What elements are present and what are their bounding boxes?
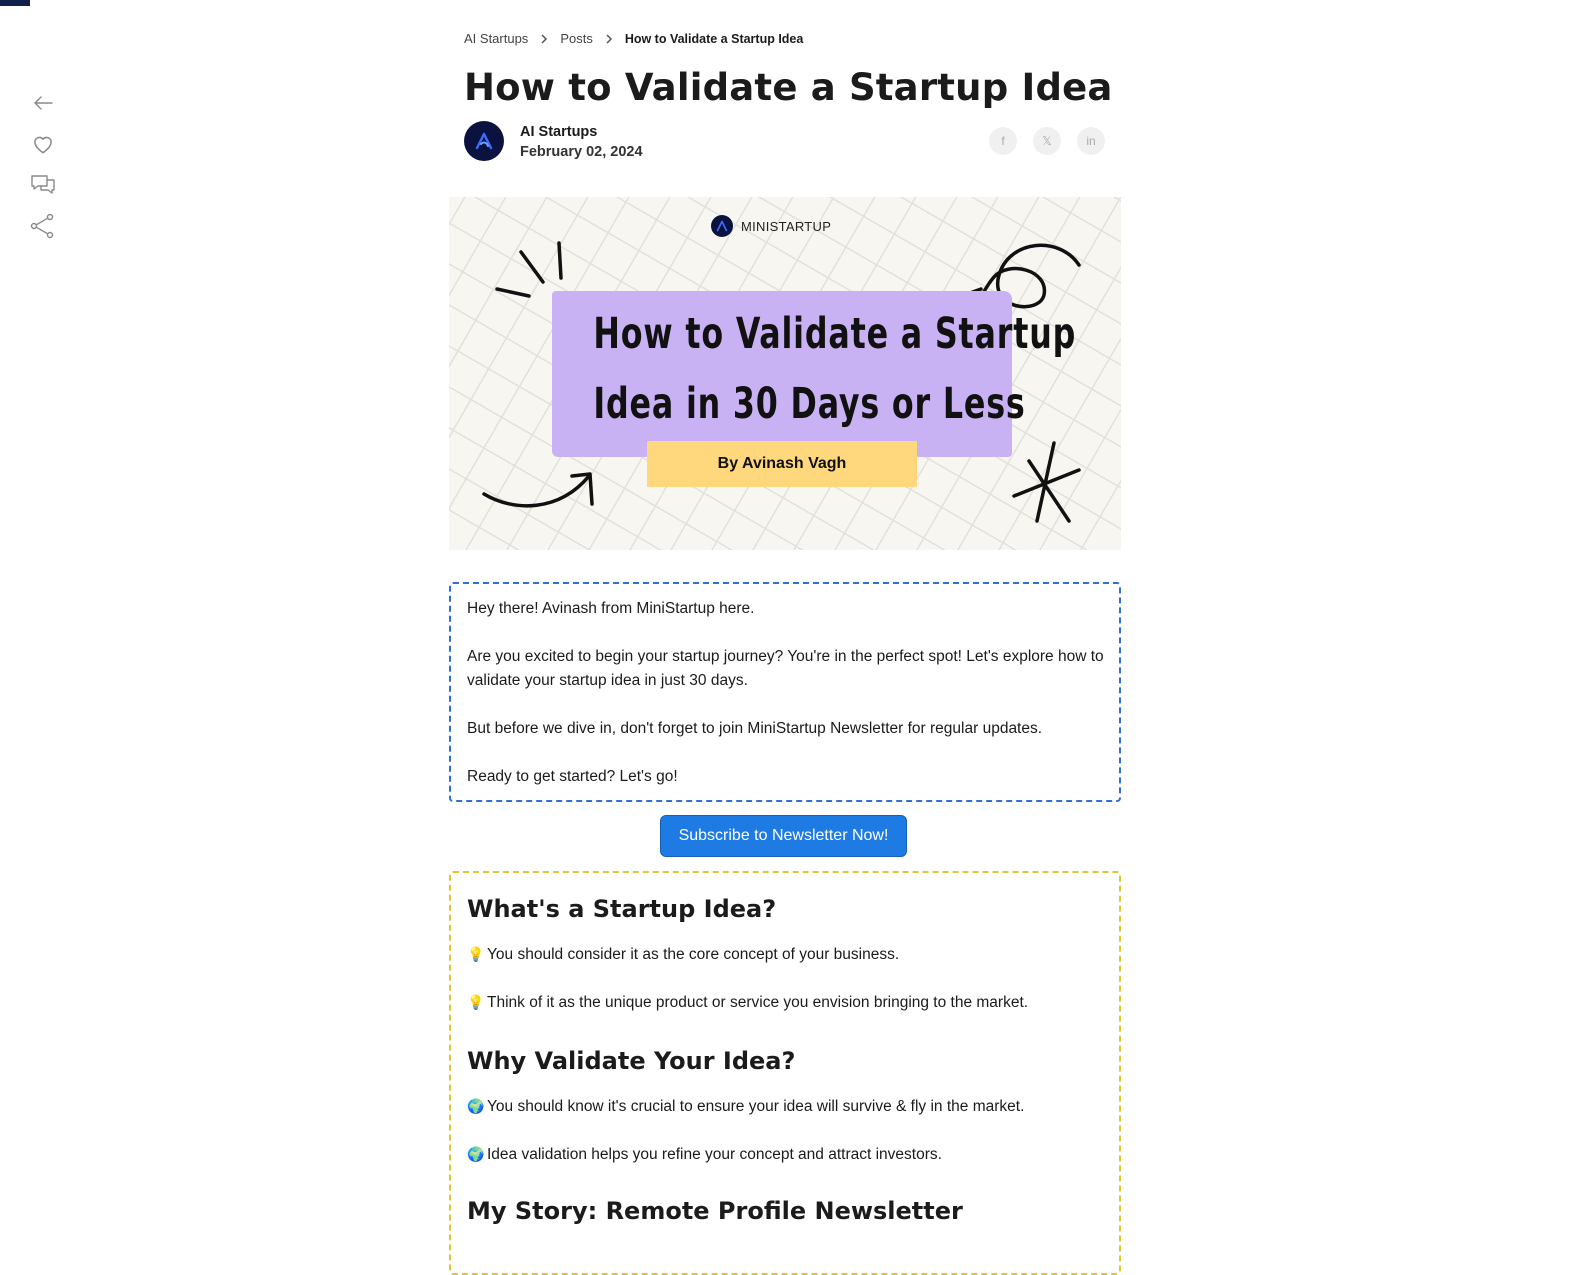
hero-brand-name: MINISTARTUP (741, 218, 832, 234)
section-paragraph-text: Think of it as the unique product or ser… (487, 994, 1029, 1011)
lightbulb-icon: 💡 (467, 994, 485, 1010)
avatar[interactable] (464, 121, 504, 161)
corner-mark (0, 0, 30, 6)
intro-paragraph: Are you excited to begin your startup jo… (467, 648, 1104, 689)
ministartup-logo-icon (475, 132, 493, 150)
section-paragraph: 🌍 Idea validation helps you refine your c… (467, 1142, 942, 1167)
breadcrumb-link-posts[interactable]: Posts (560, 31, 593, 46)
section-heading: Why Validate Your Idea? (467, 1047, 796, 1075)
breadcrumb-link-ai-startups[interactable]: AI Startups (464, 31, 528, 46)
share-button[interactable] (28, 211, 58, 241)
facebook-icon: f (1001, 134, 1005, 148)
section-heading: What's a Startup Idea? (467, 895, 777, 923)
section-paragraph-text: You should consider it as the core conce… (487, 946, 900, 963)
comment-button[interactable] (28, 170, 58, 200)
like-button[interactable] (28, 129, 58, 159)
section-paragraph-text: Idea validation helps you refine your co… (487, 1146, 942, 1163)
hero-brand: MINISTARTUP (711, 215, 831, 237)
hero-headline-banner: How to Validate a Startup Idea in 30 Day… (552, 291, 1077, 457)
comment-icon (31, 175, 55, 194)
lightbulb-icon: 💡 (467, 946, 485, 962)
author-row: AI Startups February 02, 2024 f 𝕏 in (464, 121, 1105, 163)
ministartup-logo-icon (711, 215, 733, 237)
author-name[interactable]: AI Startups (520, 124, 597, 140)
curved-arrow-bottom-icon (482, 472, 594, 508)
chevron-right-icon (540, 33, 548, 44)
hero-byline: By Avinash Vagh (647, 441, 917, 487)
linkedin-icon: in (1086, 134, 1096, 148)
content-box: What's a Startup Idea? 💡 You should consi… (449, 871, 1121, 1275)
breadcrumb: AI Startups Posts How to Validate a Star… (464, 31, 803, 46)
chevron-right-icon (605, 33, 613, 44)
subscribe-newsletter-button[interactable]: Subscribe to Newsletter Now! (660, 815, 907, 857)
arrow-left-icon (34, 96, 53, 110)
social-share-buttons: f 𝕏 in (989, 127, 1105, 155)
hero-headline-line1: How to Validate a Startup (593, 309, 1077, 359)
page-title: How to Validate a Startup Idea (464, 66, 1113, 109)
intro-paragraph: Hey there! Avinash from MiniStartup here… (467, 600, 755, 617)
globe-icon: 🌍 (467, 1098, 485, 1114)
intro-paragraph: Ready to get started? Let's go! (467, 768, 678, 785)
section-paragraph: 💡 Think of it as the unique product or se… (467, 990, 1028, 1015)
back-button[interactable] (28, 88, 58, 118)
globe-icon: 🌍 (467, 1146, 485, 1162)
hero-headline-line2: Idea in 30 Days or Less (593, 379, 1026, 429)
share-icon (30, 213, 54, 239)
intro-paragraph: But before we dive in, don't forget to j… (467, 720, 1043, 737)
action-rail (28, 88, 58, 252)
x-share-button[interactable]: 𝕏 (1033, 127, 1061, 155)
heart-icon (34, 136, 52, 154)
section-paragraph: 🌍 You should know it's crucial to ensure … (467, 1094, 1024, 1119)
asterisk-doodle (1012, 441, 1081, 523)
section-paragraph-text: You should know it's crucial to ensure y… (487, 1098, 1025, 1115)
x-icon: 𝕏 (1042, 134, 1052, 148)
linkedin-share-button[interactable]: in (1077, 127, 1105, 155)
breadcrumb-current: How to Validate a Startup Idea (624, 31, 804, 46)
intro-box: Hey there! Avinash from MiniStartup here… (449, 582, 1121, 802)
section-paragraph: 💡 You should consider it as the core conc… (467, 942, 899, 967)
facebook-share-button[interactable]: f (989, 127, 1017, 155)
post-date: February 02, 2024 (520, 144, 643, 160)
hero-image: MINISTARTUP How to Validate a Startup Id… (449, 197, 1121, 550)
